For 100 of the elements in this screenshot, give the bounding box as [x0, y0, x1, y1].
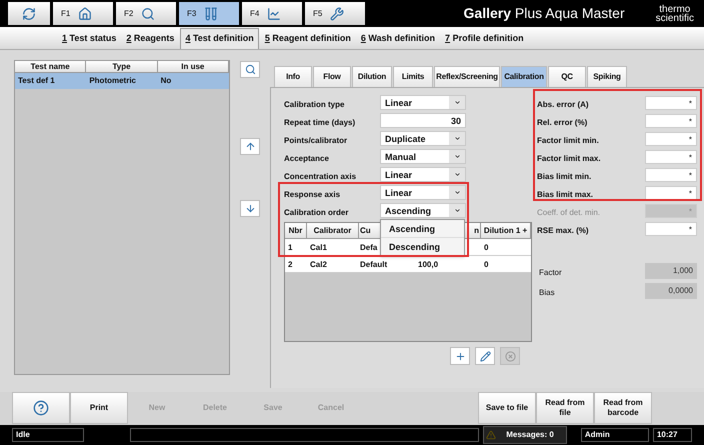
add-row-button[interactable] [450, 347, 470, 365]
caret-icon [454, 207, 460, 214]
input-field[interactable]: * [645, 96, 697, 110]
table-cell: 0 [484, 260, 488, 269]
dropdown[interactable]: Ascending [380, 203, 466, 218]
tab[interactable]: QC [548, 66, 586, 87]
edit-row-button[interactable] [475, 347, 495, 365]
input-field[interactable]: * [645, 222, 697, 236]
column-header[interactable]: In use [158, 61, 229, 72]
table-cell: Cal1 [310, 243, 327, 252]
tab[interactable]: Info [274, 66, 312, 87]
table-row[interactable]: Test def 1 Photometric No [15, 73, 229, 89]
tab[interactable]: Calibration [501, 66, 547, 87]
help-icon [33, 400, 49, 416]
column-header[interactable]: Type [86, 61, 158, 72]
toolbar-button[interactable]: F2 [116, 2, 176, 25]
app-title: Gallery Plus Aqua Master [464, 4, 625, 23]
plus-icon [454, 350, 466, 362]
toolbar-button[interactable]: F5 [305, 2, 365, 25]
caret-icon [454, 99, 460, 106]
line-chart-icon [267, 6, 282, 20]
toolbar-button[interactable]: F3 [179, 2, 239, 25]
status-text: Idle [12, 428, 84, 442]
column-header[interactable]: Cu [360, 226, 371, 235]
caret-icon [454, 135, 460, 142]
action-button[interactable]: Save to file [478, 392, 536, 424]
column-header[interactable]: n [474, 226, 479, 235]
result-label: Factor [539, 268, 562, 277]
field-label: Acceptance [284, 154, 329, 162]
tab[interactable]: Flow [313, 66, 351, 87]
dropdown[interactable]: Duplicate [380, 131, 466, 146]
dropdown[interactable]: Linear [380, 95, 466, 110]
pencil-icon [480, 350, 490, 362]
wrench-icon [330, 6, 344, 20]
section-tab[interactable]: 1 Test status [58, 28, 120, 49]
arrow-up-icon [244, 141, 256, 152]
tab[interactable]: Reflex/Screening [434, 66, 500, 87]
tab[interactable]: Limits [393, 66, 433, 87]
table-cell: 0 [484, 243, 488, 252]
search-icon [244, 64, 256, 75]
table-cell: Defa [360, 243, 378, 252]
input-field[interactable]: * [645, 150, 697, 164]
field-label: Rel. error (%) [537, 118, 588, 126]
help-button[interactable] [12, 392, 70, 424]
table-cell: Cal2 [310, 260, 327, 269]
readonly-field: 0,0000 [645, 283, 697, 299]
table-cell-text: No [160, 75, 172, 87]
column-header[interactable]: Nbr [288, 226, 302, 235]
close-icon [504, 350, 516, 362]
number-field[interactable]: 30 [380, 113, 466, 128]
toolbar-button[interactable]: F1 [53, 2, 113, 25]
field-label: Calibration type [284, 100, 344, 108]
section-tab[interactable]: 2 Reagents [122, 28, 178, 49]
action-button[interactable]: Read from file [536, 392, 594, 424]
test-tube-icon [204, 6, 218, 20]
section-tab[interactable]: 4 Test definition [180, 28, 259, 49]
arrow-down-icon [244, 203, 256, 214]
action-button[interactable]: Read from barcode [594, 392, 652, 424]
readonly-field: 1,000 [645, 263, 697, 279]
messages-button[interactable]: Messages: 0 [483, 426, 567, 444]
table-cell: 2 [288, 260, 292, 269]
input-field[interactable]: * [645, 114, 697, 128]
brand-logo: thermo scientific [656, 4, 694, 22]
dropdown[interactable]: Manual [380, 149, 466, 164]
table-cell: Default [360, 260, 388, 269]
caret-icon [454, 171, 460, 178]
menu-option[interactable]: Descending [381, 238, 464, 256]
section-tab[interactable]: 6 Wash definition [356, 28, 440, 49]
table-cell: 100,0 [418, 260, 438, 269]
search-button[interactable] [240, 61, 260, 78]
input-field[interactable]: * [645, 168, 697, 182]
section-tab[interactable]: 5 Reagent definition [260, 28, 355, 49]
field-label: Repeat time (days) [284, 118, 356, 126]
toolbar-button[interactable] [8, 2, 50, 25]
caret-icon [454, 189, 460, 196]
input-field[interactable]: * [645, 186, 697, 200]
field-label: RSE max. (%) [537, 226, 589, 234]
menu-option[interactable]: Ascending [381, 220, 464, 238]
move-down-button[interactable] [240, 200, 260, 217]
move-up-button[interactable] [240, 138, 260, 155]
tab[interactable]: Spiking [587, 66, 627, 87]
column-header[interactable]: Calibrator [314, 226, 352, 235]
column-header[interactable]: Test name [15, 61, 86, 72]
home-icon [78, 6, 92, 20]
section-tab[interactable]: 7 Profile definition [441, 28, 528, 49]
clock: 10:27 [652, 428, 692, 442]
toolbar-button[interactable]: F4 [242, 2, 302, 25]
action-button[interactable]: Print [70, 392, 128, 424]
column-header[interactable]: Dilution 1 + [484, 226, 528, 235]
dropdown[interactable]: Linear [380, 167, 466, 182]
field-label: Response axis [284, 190, 340, 198]
field-label: Coeff. of det. min. [537, 208, 600, 216]
dropdown[interactable]: Linear [380, 185, 466, 200]
field-label: Factor limit max. [537, 154, 601, 162]
input-field[interactable]: * [645, 132, 697, 146]
table-cell-text: Photometric [88, 75, 137, 87]
tab[interactable]: Dilution [352, 66, 392, 87]
search-icon [141, 6, 156, 20]
user-name: Admin [580, 428, 649, 442]
field-label: Points/calibrator [284, 136, 348, 144]
